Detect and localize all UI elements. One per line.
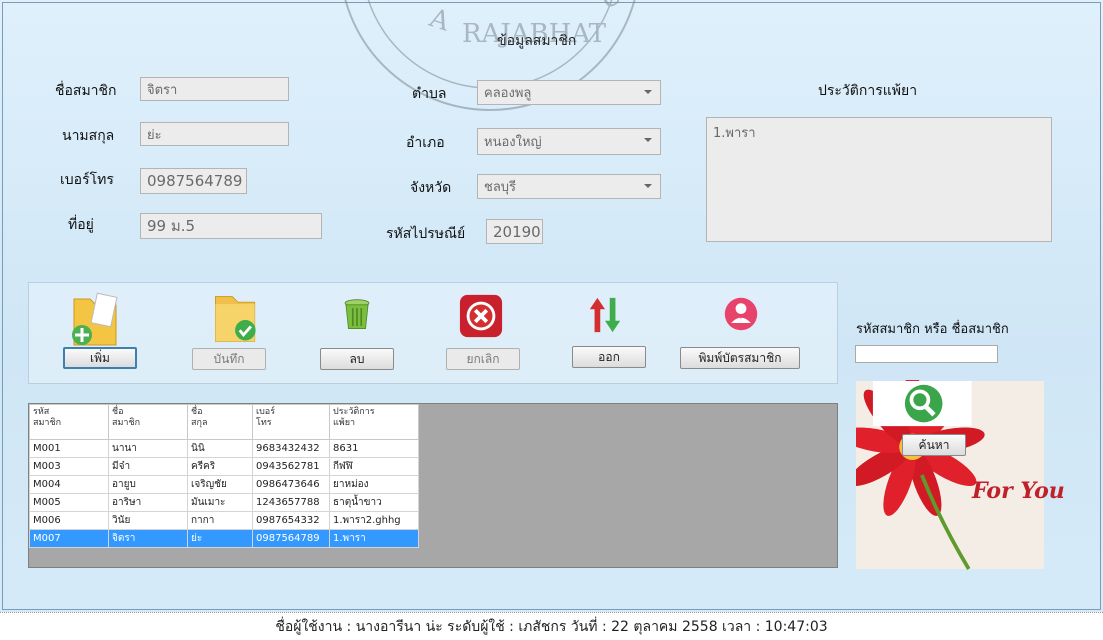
phone-field[interactable]: 0987564789 — [140, 168, 247, 194]
table-cell: 0943562781 — [252, 457, 330, 476]
status-bar: ชื่อผู้ใช้งาน : นางอารีนา น่ะ ระดับผู้ใช… — [0, 612, 1103, 640]
grid-column-header[interactable]: ประวัติการ แพ้ยา — [329, 404, 419, 440]
table-cell: กีฬฬิ — [329, 457, 419, 476]
address-label: ที่อยู่ — [68, 217, 94, 233]
add-button[interactable]: เพิ่ม — [63, 347, 137, 369]
table-cell: ย่ะ — [187, 529, 253, 548]
search-icon[interactable] — [876, 380, 974, 428]
table-cell: 1.พารา2.ghhg — [329, 511, 419, 530]
subdistrict-label: ตำบล — [412, 86, 447, 102]
table-cell: 0986473646 — [252, 475, 330, 494]
cancel-x-icon[interactable] — [457, 293, 505, 339]
table-cell: M007 — [29, 529, 109, 548]
trash-icon[interactable] — [340, 296, 374, 334]
district-label: อำเภอ — [406, 135, 445, 151]
last-name-label: นามสกุล — [62, 128, 115, 144]
district-value: หนองใหญ่ — [484, 135, 542, 150]
table-cell: นานา — [108, 439, 188, 458]
province-label: จังหวัด — [410, 180, 452, 196]
table-cell: M004 — [29, 475, 109, 494]
members-grid[interactable]: รหัส สมาชิก ชื่อ สมาชิก ชื่อ สกุล เบอร์ โทร ประว… — [28, 403, 838, 568]
exit-button[interactable]: ออก — [572, 346, 646, 368]
table-cell: ครีคริ — [187, 457, 253, 476]
cancel-button[interactable]: ยกเลิก — [446, 348, 520, 370]
chevron-down-icon — [644, 184, 652, 188]
grid-column-header[interactable]: รหัส สมาชิก — [29, 404, 109, 440]
first-name-field[interactable]: จิตรา — [140, 77, 289, 101]
first-name-label: ชื่อสมาชิก — [55, 83, 117, 99]
save-button[interactable]: บันทึก — [192, 348, 266, 370]
table-row[interactable]: M007 จิตรา ย่ะ 0987564789 1.พารา — [29, 529, 419, 548]
search-input[interactable] — [855, 345, 998, 363]
chevron-down-icon — [644, 138, 652, 142]
address-field[interactable]: 99 ม.5 — [140, 213, 322, 239]
grid-header-line: เบอร์ — [256, 407, 276, 417]
table-cell: 9683432432 — [252, 439, 330, 458]
grid-header-line: รหัส — [33, 407, 50, 417]
grid-column-header[interactable]: ชื่อ สกุล — [187, 404, 253, 440]
delete-button[interactable]: ลบ — [320, 348, 394, 370]
postcode-label: รหัสไปรษณีย์ — [386, 226, 466, 242]
print-card-user-icon[interactable] — [723, 296, 759, 332]
grid-column-header[interactable]: ชื่อ สมาชิก — [108, 404, 188, 440]
grid-column-header[interactable]: เบอร์ โทร — [252, 404, 330, 440]
grid-header-line: ชื่อ — [191, 407, 203, 417]
table-cell: 0987654332 — [252, 511, 330, 530]
subdistrict-select[interactable]: คลองพลู — [477, 80, 661, 105]
table-cell: M001 — [29, 439, 109, 458]
table-cell: 1243657788 — [252, 493, 330, 512]
search-button[interactable]: ค้นหา — [902, 434, 966, 456]
banner-for-you-text: For You — [972, 478, 1065, 504]
grid-header-line: ชื่อ — [112, 407, 124, 417]
add-folder-icon[interactable] — [62, 291, 126, 351]
grid-header-line: สมาชิก — [112, 418, 141, 428]
table-row[interactable]: M005 อาริษา มันเมาะ 1243657788 ธาตุน้ำขาว — [29, 493, 419, 512]
table-cell: ยาหม่อง — [329, 475, 419, 494]
table-cell: M005 — [29, 493, 109, 512]
members-table: รหัส สมาชิก ชื่อ สมาชิก ชื่อ สกุล เบอร์ โทร ประว… — [29, 404, 419, 548]
grid-header-line: โทร — [256, 418, 272, 428]
table-cell: จิตรา — [108, 529, 188, 548]
province-value: ชลบุรี — [484, 180, 517, 195]
chevron-down-icon — [644, 90, 652, 94]
subdistrict-value: คลองพลู — [484, 86, 532, 101]
table-cell: 1.พารา — [329, 529, 419, 548]
table-cell: กากา — [187, 511, 253, 530]
table-cell: อายูบ — [108, 475, 188, 494]
table-cell: 8631 — [329, 439, 419, 458]
form-title: ข้อมูลสมาชิก — [497, 33, 577, 49]
grid-header-line: สกุล — [191, 418, 208, 428]
table-cell: มันเมาะ — [187, 493, 253, 512]
grid-header-line: ประวัติการ — [333, 407, 375, 417]
table-cell: อาริษา — [108, 493, 188, 512]
search-label: รหัสสมาชิก หรือ ชื่อสมาชิก — [856, 322, 1009, 337]
table-cell: M003 — [29, 457, 109, 476]
print-card-button[interactable]: พิมพ์บัตรสมาชิก — [680, 347, 800, 369]
save-folder-icon[interactable] — [208, 291, 264, 347]
table-cell: มีจ๋า — [108, 457, 188, 476]
table-row[interactable]: M003 มีจ๋า ครีคริ 0943562781 กีฬฬิ — [29, 457, 419, 476]
table-row[interactable]: M004 อายูบ เจริญชัย 0986473646 ยาหม่อง — [29, 475, 419, 494]
province-select[interactable]: ชลบุรี — [477, 174, 661, 199]
table-cell: ธาตุน้ำขาว — [329, 493, 419, 512]
exit-arrows-icon[interactable] — [586, 295, 624, 335]
district-select[interactable]: หนองใหญ่ — [477, 128, 661, 155]
grid-header-line: แพ้ยา — [333, 418, 356, 428]
postcode-field[interactable]: 20190 — [486, 219, 543, 244]
table-row[interactable]: M006 วินัย กากา 0987654332 1.พารา2.ghhg — [29, 511, 419, 530]
table-cell: M006 — [29, 511, 109, 530]
grid-header-line: สมาชิก — [33, 418, 62, 428]
table-cell: นินิ — [187, 439, 253, 458]
last-name-field[interactable]: ย่ะ — [140, 122, 289, 146]
allergy-label: ประวัติการแพ้ยา — [818, 83, 918, 99]
phone-label: เบอร์โทร — [60, 172, 114, 188]
table-cell: 0987564789 — [252, 529, 330, 548]
table-cell: วินัย — [108, 511, 188, 530]
table-row[interactable]: M001 นานา นินิ 9683432432 8631 — [29, 439, 419, 458]
allergy-textarea[interactable]: 1.พารา — [706, 117, 1052, 242]
table-cell: เจริญชัย — [187, 475, 253, 494]
